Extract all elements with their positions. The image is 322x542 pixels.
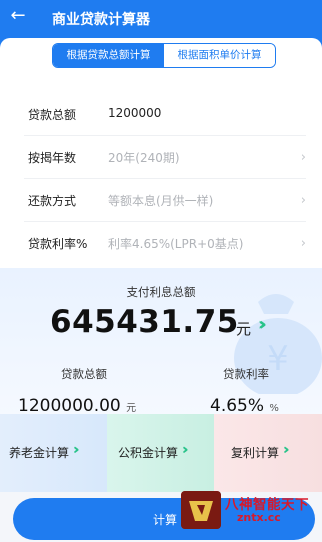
related-calculators: 养老金计算 ›› 公积金计算 ›› 复利计算 ››: [0, 414, 322, 492]
double-chevron-right-icon[interactable]: ››: [258, 314, 267, 335]
interest-rate-row[interactable]: 贷款利率% 利率4.65%(LPR+0基点) ›: [24, 223, 306, 265]
tab-by-area-price[interactable]: 根据面积单价计算: [164, 44, 275, 67]
chevron-right-icon: ›: [300, 150, 306, 165]
loan-amount-input[interactable]: 1200000: [108, 106, 161, 120]
interest-total-unit: 元: [236, 320, 252, 338]
interest-total-label: 支付利息总额: [126, 285, 196, 299]
double-chevron-right-icon: ››: [283, 442, 288, 458]
rate-value: 4.65% %: [210, 396, 279, 416]
loan-total-value: 1200000.00 元: [18, 396, 136, 416]
watermark-logo-icon: [181, 491, 221, 529]
pension-calc-label: 养老金计算: [9, 446, 70, 460]
loan-years-label: 按揭年数: [28, 151, 77, 165]
repayment-method-label: 还款方式: [28, 194, 77, 208]
interest-total-value: 645431.75: [50, 304, 239, 340]
rate-number: 4.65%: [210, 396, 265, 416]
calculate-button-label: 计算: [153, 513, 178, 527]
loan-amount-label: 贷款总额: [28, 108, 77, 122]
input-card: 根据贷款总额计算 根据面积单价计算 贷款总额 1200000 按揭年数 20年(…: [0, 38, 322, 268]
repayment-method-select[interactable]: 等额本息(月供一样): [108, 192, 213, 209]
housing-fund-calc-label: 公积金计算: [118, 446, 179, 460]
tab-by-loan-total[interactable]: 根据贷款总额计算: [53, 44, 164, 67]
double-chevron-right-icon: ››: [182, 442, 187, 458]
page-title: 商业贷款计算器: [52, 12, 150, 28]
result-panel: ¥ 支付利息总额 645431.75 元 ›› 贷款总额 1200000.00 …: [0, 268, 322, 416]
loan-total-summary: 贷款总额: [14, 366, 154, 382]
loan-total-label: 贷款总额: [61, 367, 107, 381]
rate-unit: %: [269, 403, 279, 414]
watermark-text-secondary: zntx.cc: [237, 511, 281, 524]
rate-label: 贷款利率: [223, 367, 269, 381]
loan-total-unit: 元: [126, 403, 137, 414]
watermark-text-primary: 八神智能天下: [225, 497, 309, 513]
calc-mode-switch: 根据贷款总额计算 根据面积单价计算: [52, 43, 276, 68]
compound-interest-calc-tile[interactable]: 复利计算 ››: [214, 414, 322, 492]
compound-interest-calc-label: 复利计算: [231, 446, 280, 460]
housing-fund-calc-tile[interactable]: 公积金计算 ››: [107, 414, 214, 492]
pension-calc-tile[interactable]: 养老金计算 ››: [0, 414, 107, 492]
chevron-right-icon: ›: [300, 236, 306, 251]
loan-years-row[interactable]: 按揭年数 20年(240期) ›: [24, 137, 306, 179]
loan-amount-row[interactable]: 贷款总额 1200000: [24, 94, 306, 136]
interest-rate-label: 贷款利率%: [28, 237, 88, 251]
chevron-right-icon: ›: [300, 193, 306, 208]
interest-rate-select[interactable]: 利率4.65%(LPR+0基点): [108, 235, 243, 252]
double-chevron-right-icon: ››: [73, 442, 78, 458]
repayment-method-row[interactable]: 还款方式 等额本息(月供一样) ›: [24, 180, 306, 222]
loan-total-number: 1200000.00: [18, 396, 121, 416]
rate-summary: 贷款利率: [176, 366, 316, 382]
loan-years-select[interactable]: 20年(240期): [108, 149, 180, 166]
back-arrow-icon[interactable]: ←: [8, 6, 28, 26]
watermark: 八神智能天下 zntx.cc: [181, 491, 322, 529]
